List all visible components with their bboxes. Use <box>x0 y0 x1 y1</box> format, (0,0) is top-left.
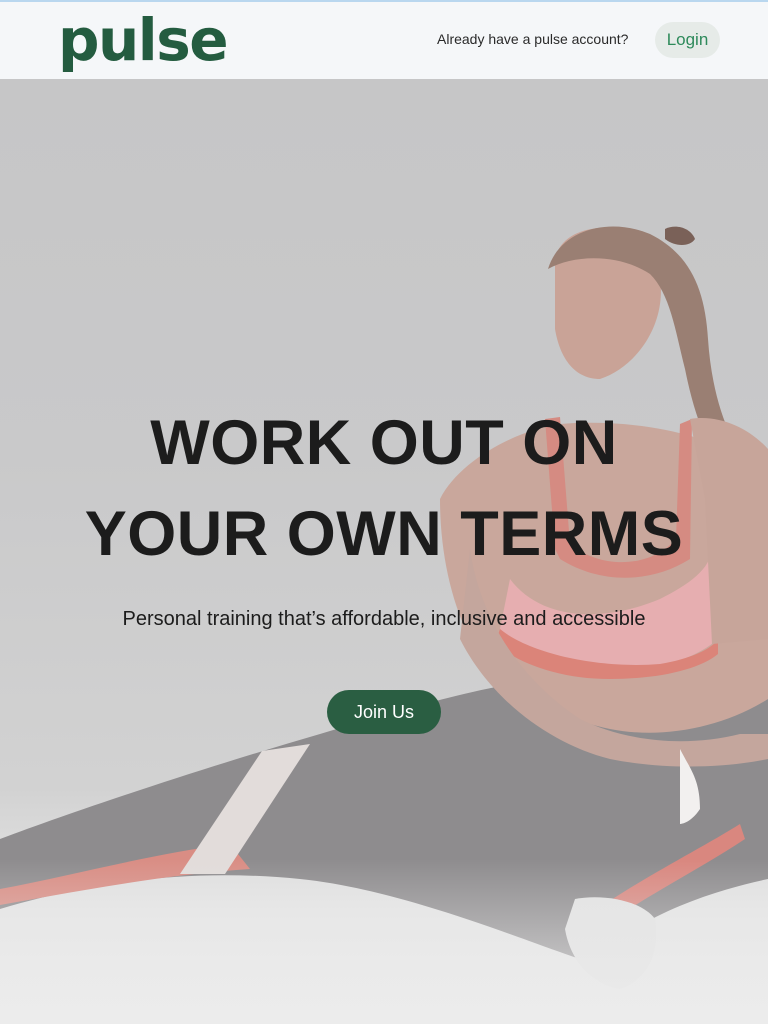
pulse-logo[interactable]: pulse <box>58 4 229 76</box>
headline-line-2: YOUR OWN TERMS <box>84 499 684 569</box>
hero-section: WORK OUT ON YOUR OWN TERMS Personal trai… <box>0 79 768 1024</box>
join-us-button[interactable]: Join Us <box>327 690 441 734</box>
account-prompt: Already have a pulse account? <box>437 31 629 47</box>
hero-subheadline: Personal training that’s affordable, inc… <box>122 608 646 630</box>
site-header: pulse Already have a pulse account? Logi… <box>0 0 768 79</box>
login-button[interactable]: Login <box>655 22 720 58</box>
headline-line-1: WORK OUT ON <box>150 408 618 478</box>
top-accent-line <box>0 0 768 2</box>
